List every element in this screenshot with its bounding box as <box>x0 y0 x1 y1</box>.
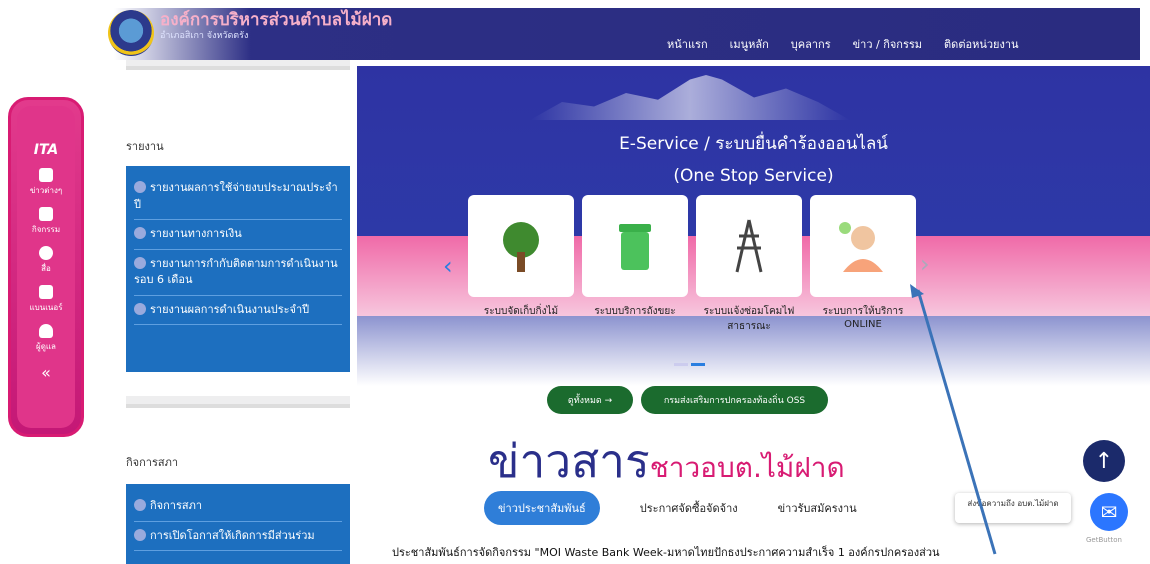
messenger-icon[interactable]: ✉ <box>1090 493 1128 531</box>
carousel-next-button[interactable]: › <box>920 250 930 278</box>
report-item[interactable]: รายงานทางการเงิน <box>134 220 342 250</box>
toolbar-banner[interactable]: แบนเนอร์ <box>29 285 63 314</box>
carousel-prev-button[interactable]: ‹ <box>443 252 453 280</box>
play-icon <box>39 246 53 260</box>
toolbar-media-label: สื่อ <box>41 264 51 273</box>
flag-icon <box>38 285 53 299</box>
toolbar-news[interactable]: ข่าวต่างๆ <box>30 168 62 197</box>
report-item-label: รายงานการกำกับติดตามการดำเนินงานรอบ 6 เด… <box>134 256 338 287</box>
power-tower-icon <box>735 219 763 273</box>
carousel-dot[interactable] <box>691 363 705 366</box>
tab-procurement[interactable]: ประกาศจัดซื้อจัดจ้าง <box>640 499 738 517</box>
user-icon <box>38 324 53 338</box>
report-item[interactable]: รายงานผลการดำเนินงานประจำปี <box>134 296 342 325</box>
report-item-label: รายงานทางการเงิน <box>150 227 242 240</box>
service-cards <box>468 195 916 297</box>
report-item-label: รายงานผลการใช้จ่ายงบประมาณประจำปี <box>134 181 338 211</box>
operator-icon <box>839 222 883 272</box>
eservice-title: E-Service / ระบบยื่นคำร้องออนไลน์ <box>619 134 888 154</box>
council-divider <box>126 396 350 408</box>
tree-icon <box>503 222 539 272</box>
council-title: กิจการสภา <box>126 456 178 469</box>
toolbar-admin[interactable]: ผู้ดูแล <box>36 324 56 353</box>
news-subtitle: ชาวอบต.ไม้ฝาด <box>649 451 845 484</box>
main-nav: หน้าแรก เมนูหลัก บุคลากร ข่าว / กิจกรรม … <box>667 35 1019 53</box>
nav-main-menu[interactable]: เมนูหลัก <box>730 35 769 53</box>
globe-icon <box>134 256 146 269</box>
service-caption[interactable]: ระบบการให้บริการ ONLINE <box>810 304 916 334</box>
scroll-top-button[interactable]: ↑ <box>1083 440 1125 482</box>
ita-toolbar: ITA ข่าวต่างๆ กิจกรรม สื่อ แบนเนอร์ ผู้ด… <box>8 97 84 437</box>
ita-title[interactable]: ITA <box>34 142 59 158</box>
service-caption[interactable]: ระบบแจ้งซ่อมโคมไฟสาธารณะ <box>696 304 802 334</box>
toolbar-admin-label: ผู้ดูแล <box>36 342 56 351</box>
report-title: รายงาน <box>126 140 164 153</box>
globe-icon <box>134 499 146 511</box>
council-section: กิจการสภา กิจการสภา การเปิดโอกาสให้เกิดก… <box>126 448 350 564</box>
service-card[interactable] <box>468 195 574 297</box>
trash-bin-icon <box>619 224 651 270</box>
service-card[interactable] <box>582 195 688 297</box>
nav-news[interactable]: ข่าว / กิจกรรม <box>853 35 922 53</box>
globe-icon <box>134 227 146 239</box>
service-card[interactable] <box>810 195 916 297</box>
news-title: ข่าวสาร <box>488 434 650 488</box>
collapse-button[interactable]: « <box>41 363 51 382</box>
service-caption[interactable]: ระบบจัดเก็บกิ่งไม้ <box>468 304 574 334</box>
carousel-dots <box>674 363 705 366</box>
service-captions: ระบบจัดเก็บกิ่งไม้ ระบบบริการถังขยะ ระบบ… <box>468 304 916 334</box>
getbutton-credit: GetButton <box>1086 536 1122 544</box>
council-item-label: กิจการสภา <box>150 499 202 512</box>
council-panel: กิจการสภา การเปิดโอกาสให้เกิดการมีส่วนร่… <box>126 484 350 564</box>
report-divider <box>126 60 350 70</box>
news-heading: ข่าวสารชาวอบต.ไม้ฝาด <box>488 425 845 498</box>
report-item[interactable]: รายงานผลการใช้จ่ายงบประมาณประจำปี <box>134 174 342 220</box>
news-icon <box>39 168 53 182</box>
nav-personnel[interactable]: บุคลากร <box>791 35 831 53</box>
view-all-button[interactable]: ดูทั้งหมด → <box>547 386 633 414</box>
toolbar-news-label: ข่าวต่างๆ <box>29 186 63 195</box>
news-tabs: ข่าวประชาสัมพันธ์ ประกาศจัดซื้อจัดจ้าง ข… <box>484 491 857 525</box>
news-ticker[interactable]: ประชาสัมพันธ์การจัดกิจกรรม "MOI Waste Ba… <box>392 543 940 561</box>
carousel-dot[interactable] <box>674 363 688 366</box>
council-item[interactable]: การเปิดโอกาสให้เกิดการมีส่วนร่วม <box>134 522 342 551</box>
tab-jobs[interactable]: ข่าวรับสมัครงาน <box>778 499 857 517</box>
nav-contact[interactable]: ติดต่อหน่วยงาน <box>944 35 1019 53</box>
globe-icon <box>134 181 146 193</box>
toolbar-media[interactable]: สื่อ <box>39 246 53 275</box>
logo[interactable] <box>108 10 154 56</box>
toolbar-activity-label: กิจกรรม <box>31 225 61 234</box>
report-item-label: รายงานผลการดำเนินงานประจำปี <box>150 302 310 316</box>
eservice-subtitle: (One Stop Service) <box>673 166 834 186</box>
report-panel: รายงานผลการใช้จ่ายงบประมาณประจำปี รายงาน… <box>126 166 350 372</box>
toolbar-activity[interactable]: กิจกรรม <box>32 207 60 236</box>
annotation-arrow <box>910 284 997 555</box>
nav-home[interactable]: หน้าแรก <box>667 35 708 53</box>
report-item[interactable]: รายงานการกำกับติดตามการดำเนินงานรอบ 6 เด… <box>134 250 342 296</box>
council-item[interactable]: กิจการสภา <box>134 492 342 522</box>
globe-icon <box>134 302 146 315</box>
globe-icon <box>134 528 146 541</box>
tab-announcements[interactable]: ข่าวประชาสัมพันธ์ <box>484 491 600 525</box>
service-card[interactable] <box>696 195 802 297</box>
toolbar-banner-label: แบนเนอร์ <box>29 303 63 312</box>
report-section: รายงาน รายงานผลการใช้จ่ายงบประมาณประจำปี… <box>126 60 350 408</box>
oss-button[interactable]: กรมส่งเสริมการปกครองท้องถิ่น OSS <box>641 386 828 414</box>
service-caption[interactable]: ระบบบริการถังขยะ <box>582 304 688 334</box>
calendar-icon <box>39 207 53 221</box>
council-item-label: การเปิดโอกาสให้เกิดการมีส่วนร่วม <box>150 528 315 542</box>
site-subtitle: อำเภอสิเกา จังหวัดตรัง <box>160 31 249 41</box>
